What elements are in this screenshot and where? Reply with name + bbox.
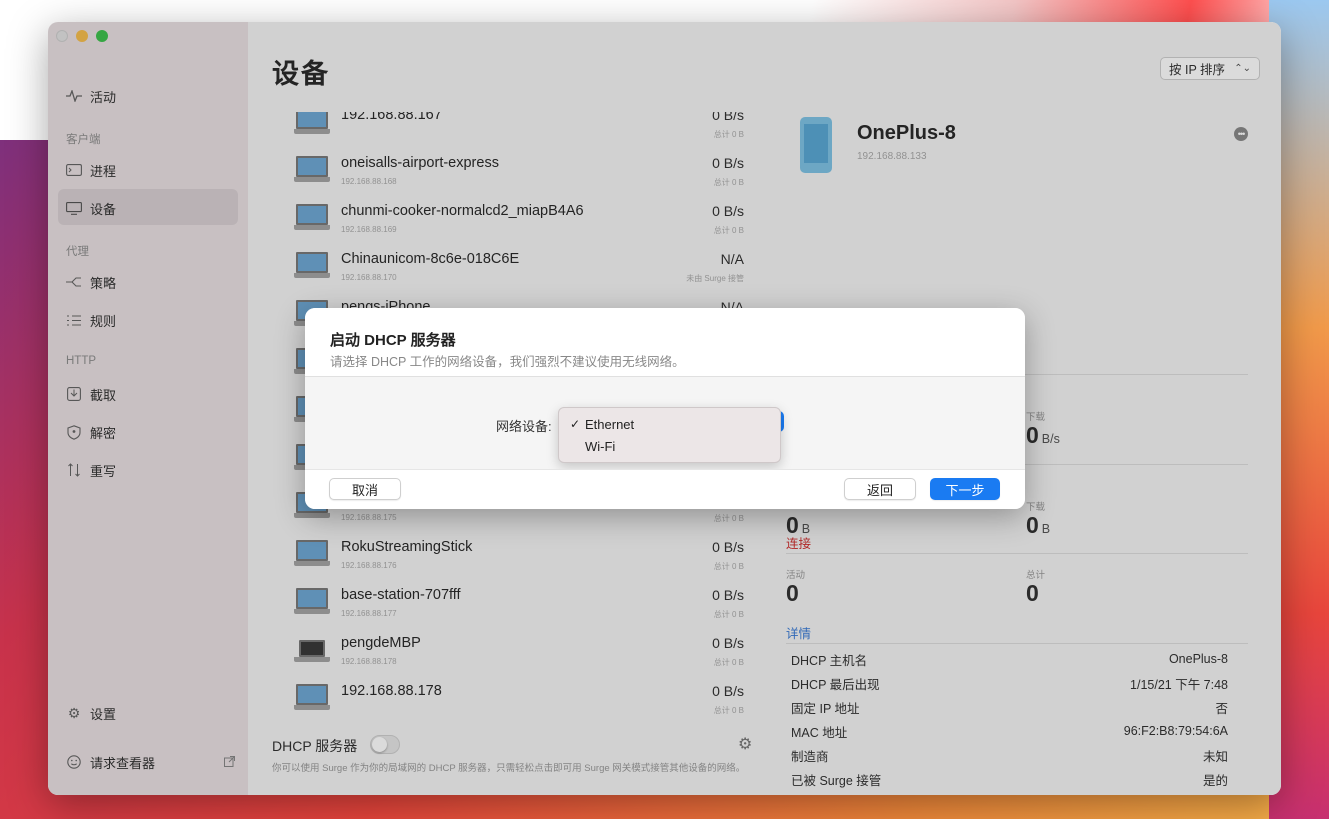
dialog-header: 启动 DHCP 服务器 请选择 DHCP 工作的网络设备，我们强烈不建议使用无线… bbox=[305, 308, 1025, 377]
dhcp-setup-dialog: 启动 DHCP 服务器 请选择 DHCP 工作的网络设备，我们强烈不建议使用无线… bbox=[305, 308, 1025, 509]
app-window: 活动 客户端 进程 设备 代理 策略 规则 HTTP 截取 解密 重写 ⚙ 设置… bbox=[48, 22, 1281, 795]
cancel-button[interactable]: 取消 bbox=[329, 478, 401, 500]
option-ethernet[interactable]: Ethernet bbox=[585, 417, 634, 432]
checkmark-icon: ✓ bbox=[570, 417, 581, 431]
dialog-footer: 取消 返回 下一步 bbox=[305, 469, 1025, 509]
dialog-subtitle: 请选择 DHCP 工作的网络设备，我们强烈不建议使用无线网络。 bbox=[330, 355, 685, 369]
back-button[interactable]: 返回 bbox=[844, 478, 916, 500]
network-device-dropdown: ✓ Ethernet Wi-Fi bbox=[558, 407, 781, 463]
network-device-label: 网络设备: bbox=[496, 419, 552, 434]
option-wifi[interactable]: Wi-Fi bbox=[585, 439, 615, 454]
next-button[interactable]: 下一步 bbox=[930, 478, 1000, 500]
dialog-title: 启动 DHCP 服务器 bbox=[330, 332, 456, 349]
